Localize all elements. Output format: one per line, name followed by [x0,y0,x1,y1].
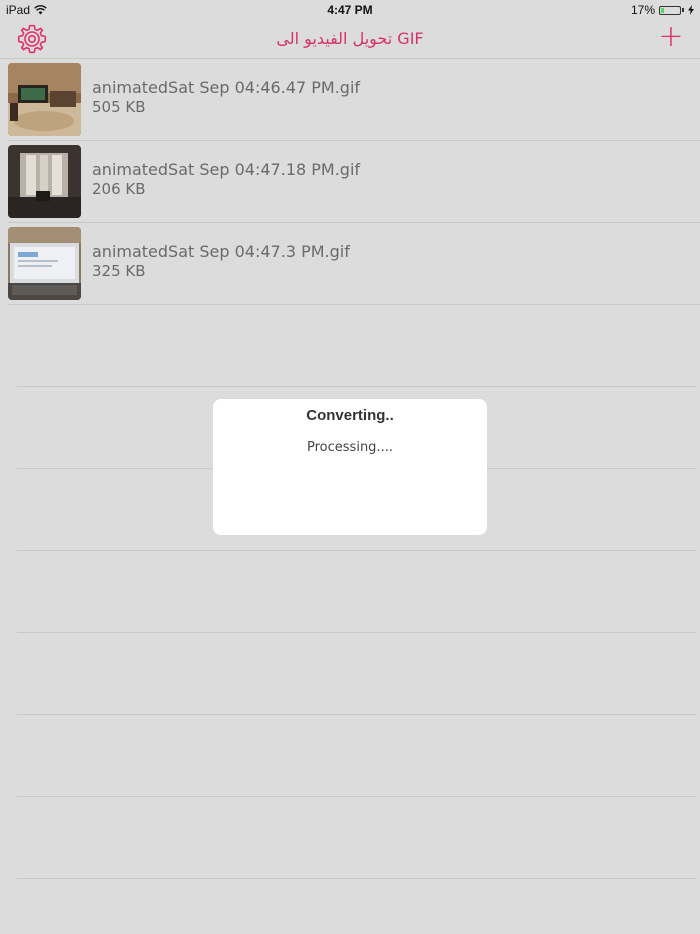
page-title: تحويل الفيديو الى GIF [276,29,424,48]
empty-row [17,551,696,633]
status-bar: iPad 4:47 PM 17% [0,0,700,20]
status-right: 17% [631,3,694,17]
empty-row [17,797,696,879]
converting-alert: Converting.. Processing.... [213,399,487,535]
video-thumbnail [8,145,81,218]
alert-message: Processing.... [307,440,393,455]
file-name: animatedSat Sep 04:47.18 PM.gif [92,160,361,179]
empty-row [17,633,696,715]
file-name: animatedSat Sep 04:46.47 PM.gif [92,78,361,97]
alert-title: Converting.. [306,407,394,424]
battery-icon [659,5,681,15]
video-thumbnail [8,227,81,300]
empty-rows [17,305,696,879]
battery-fill [661,7,664,13]
list-item[interactable]: animatedSat Sep 04:47.18 PM.gif 206 KB [8,141,700,223]
video-thumbnail [8,63,81,136]
empty-row [17,715,696,797]
list-item[interactable]: animatedSat Sep 04:47.3 PM.gif 325 KB [8,223,700,305]
list-item[interactable]: animatedSat Sep 04:46.47 PM.gif 505 KB [8,59,700,141]
status-time: 4:47 PM [327,3,373,17]
nav-bar: تحويل الفيديو الى GIF + [0,20,700,59]
battery-tip [682,8,684,12]
add-button[interactable]: + [656,22,686,54]
file-list: animatedSat Sep 04:46.47 PM.gif 505 KB a… [0,59,700,305]
file-size: 206 KB [92,180,146,198]
charging-bolt-icon [688,5,694,15]
file-size: 505 KB [92,98,146,116]
battery-percent: 17% [630,3,655,17]
file-size: 325 KB [92,262,146,280]
file-name: animatedSat Sep 04:47.3 PM.gif [92,242,350,261]
empty-row [17,305,696,387]
